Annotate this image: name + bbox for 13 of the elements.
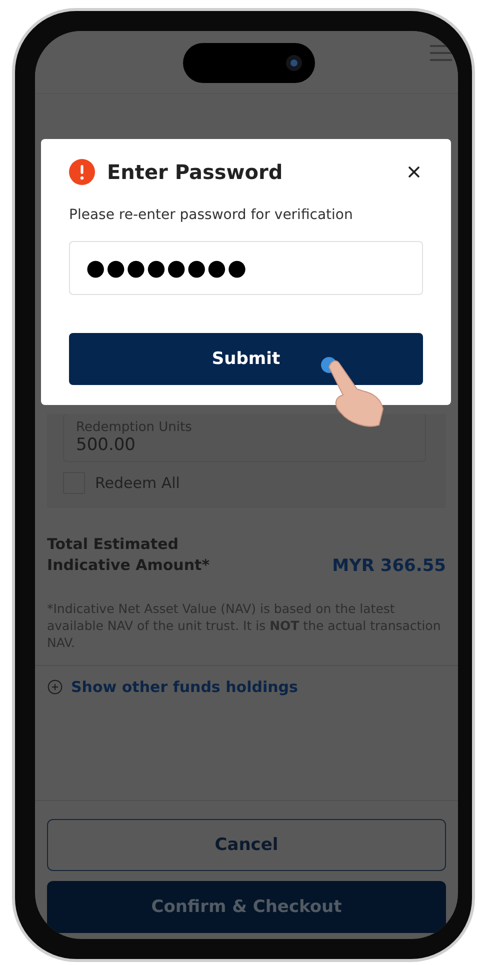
password-field[interactable]: ●●●●●●●● (69, 241, 423, 295)
submit-button[interactable]: Submit (69, 333, 423, 385)
dialog-title: Enter Password (107, 160, 284, 184)
camera-icon (285, 54, 303, 72)
plus-circle-icon (47, 679, 63, 695)
menu-icon[interactable] (430, 45, 452, 61)
confirm-checkout-button[interactable]: Confirm & Checkout (47, 881, 446, 933)
total-label: Total Estimated Indicative Amount* (47, 534, 211, 576)
show-other-funds-link[interactable]: Show other funds holdings (47, 666, 446, 708)
warning-icon (69, 159, 95, 185)
dialog-message: Please re-enter password for verification (69, 207, 354, 223)
total-amount: MYR 366.55 (332, 556, 446, 576)
cancel-button[interactable]: Cancel (47, 819, 446, 871)
